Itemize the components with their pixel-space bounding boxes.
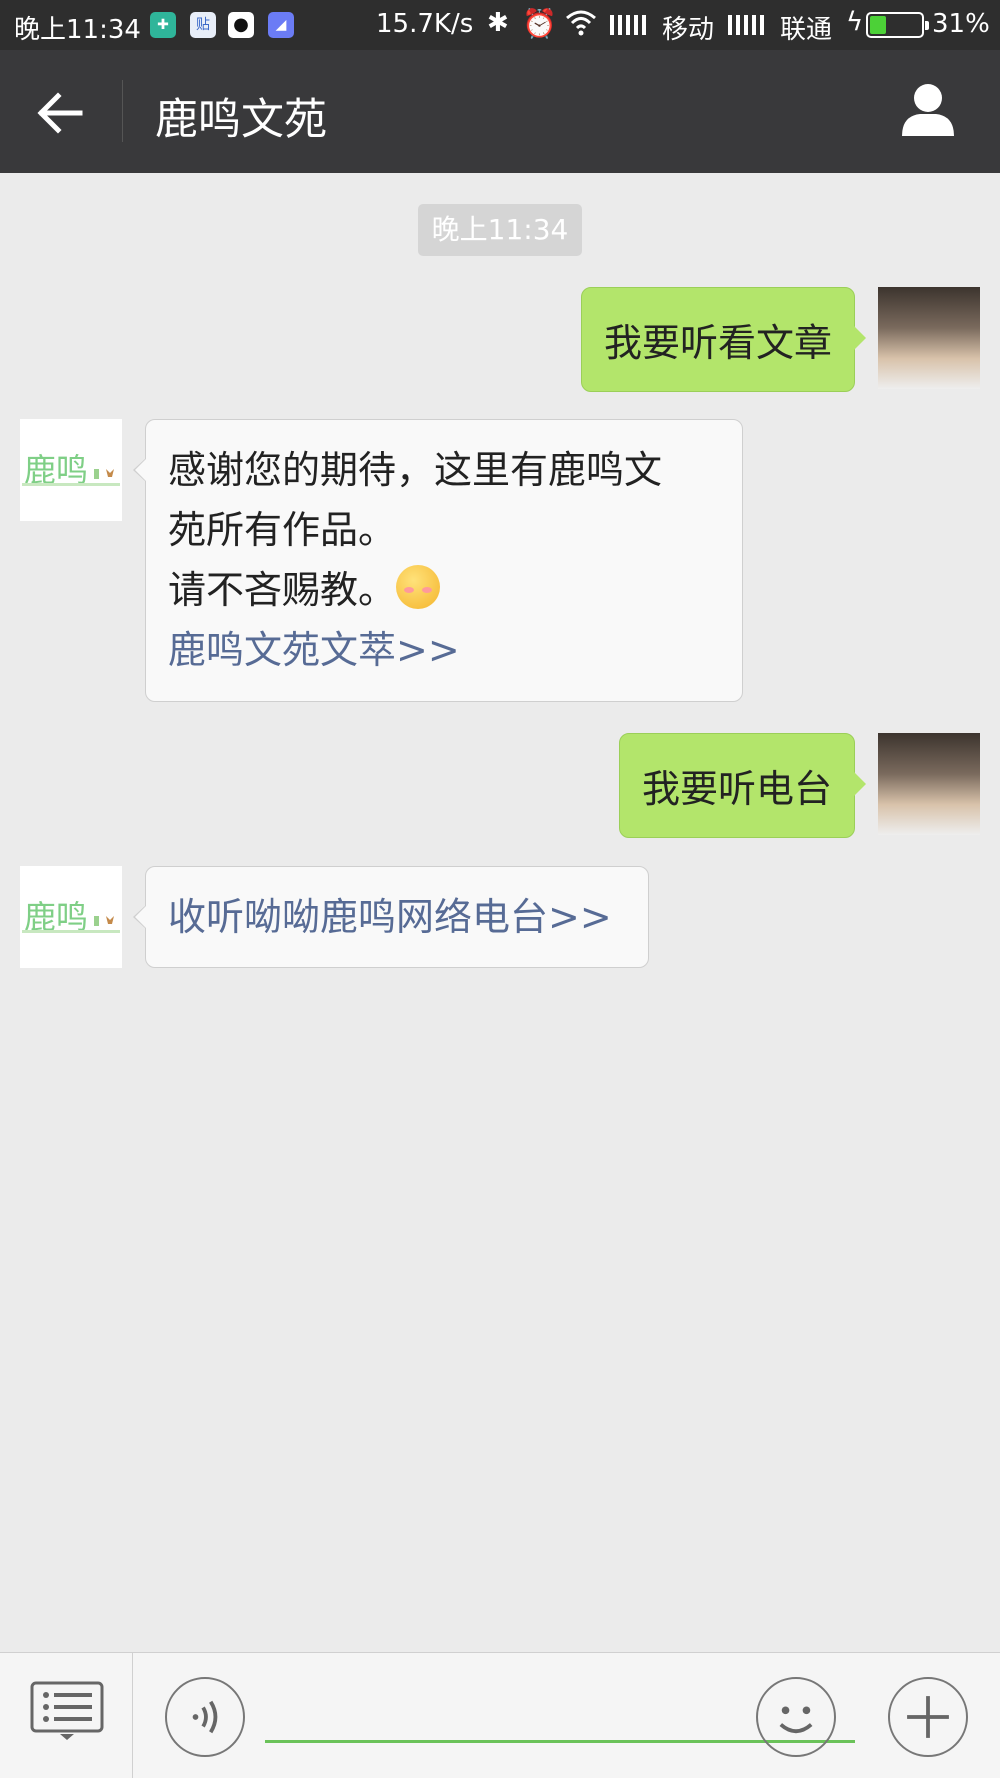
deer-logo-icon (94, 469, 114, 479)
outgoing-message[interactable]: 我要听电台 (618, 733, 867, 838)
user-avatar[interactable] (878, 287, 980, 389)
person-icon[interactable] (896, 78, 960, 142)
signal-icon (610, 15, 646, 35)
message-text: 我要听看文章 (603, 321, 832, 365)
input-bar (0, 1652, 1000, 1778)
carrier-2: 联通 (780, 15, 833, 45)
message-text-line: 请不吝赐教。 (168, 560, 720, 620)
alarm-icon: ⏰ (522, 7, 557, 40)
incoming-message[interactable]: 感谢您的期待，这里有鹿鸣文 苑所有作品。 请不吝赐教。 鹿鸣文苑文萃>> (133, 419, 743, 702)
charging-icon: ϟ (846, 7, 864, 37)
message-text: 我要听电台 (641, 767, 832, 811)
page-title: 鹿鸣文苑 (155, 95, 327, 145)
status-bar: 晚上11:34 ✚ 贴 ● ◢ 15.7K/s ✱ ⏰ 移动 联通 ϟ 31% (0, 0, 1000, 50)
title-bar: 鹿鸣文苑 (0, 50, 1000, 173)
wifi-icon (566, 10, 596, 36)
carrier-1: 移动 (662, 15, 715, 45)
user-avatar[interactable] (878, 733, 980, 835)
chat-timestamp: 晚上11:34 (418, 204, 582, 256)
message-text: 请不吝赐教。 (168, 568, 397, 612)
network-speed: 15.7K/s (376, 9, 474, 39)
logo-underline (22, 930, 120, 933)
list-menu-icon[interactable] (30, 1681, 104, 1741)
message-text: 苑所有作品。 (168, 508, 397, 552)
voice-icon[interactable] (165, 1677, 245, 1757)
shield-app-icon: ✚ (150, 12, 176, 38)
articles-link[interactable]: 鹿鸣文苑文萃>> (168, 620, 720, 680)
radio-link[interactable]: 收听呦呦鹿鸣网络电台>> (168, 887, 626, 947)
outgoing-message[interactable]: 我要听看文章 (580, 287, 867, 392)
status-time: 晚上11:34 (14, 15, 141, 45)
battery-icon (866, 12, 929, 38)
title-divider (122, 80, 123, 142)
logo-underline (22, 483, 120, 486)
account-avatar[interactable]: 鹿鸣 (20, 419, 122, 521)
input-divider (132, 1653, 133, 1778)
app-icon: ◢ (268, 12, 294, 38)
bluetooth-icon: ✱ (487, 8, 509, 38)
emoji-icon[interactable] (756, 1677, 836, 1757)
message-text: 感谢您的期待，这里有鹿鸣文 (168, 448, 663, 492)
signal-icon (728, 15, 764, 35)
arrow-left-icon[interactable] (30, 83, 90, 143)
tieba-app-icon: 贴 (190, 12, 216, 38)
qq-icon: ● (228, 12, 254, 38)
plus-icon[interactable] (888, 1677, 968, 1757)
battery-percent: 31% (932, 9, 990, 39)
account-avatar[interactable]: 鹿鸣 (20, 866, 122, 968)
smiling-blush-emoji-icon (396, 565, 441, 609)
incoming-message[interactable]: 收听呦呦鹿鸣网络电台>> (133, 866, 649, 968)
deer-logo-icon (94, 916, 114, 926)
